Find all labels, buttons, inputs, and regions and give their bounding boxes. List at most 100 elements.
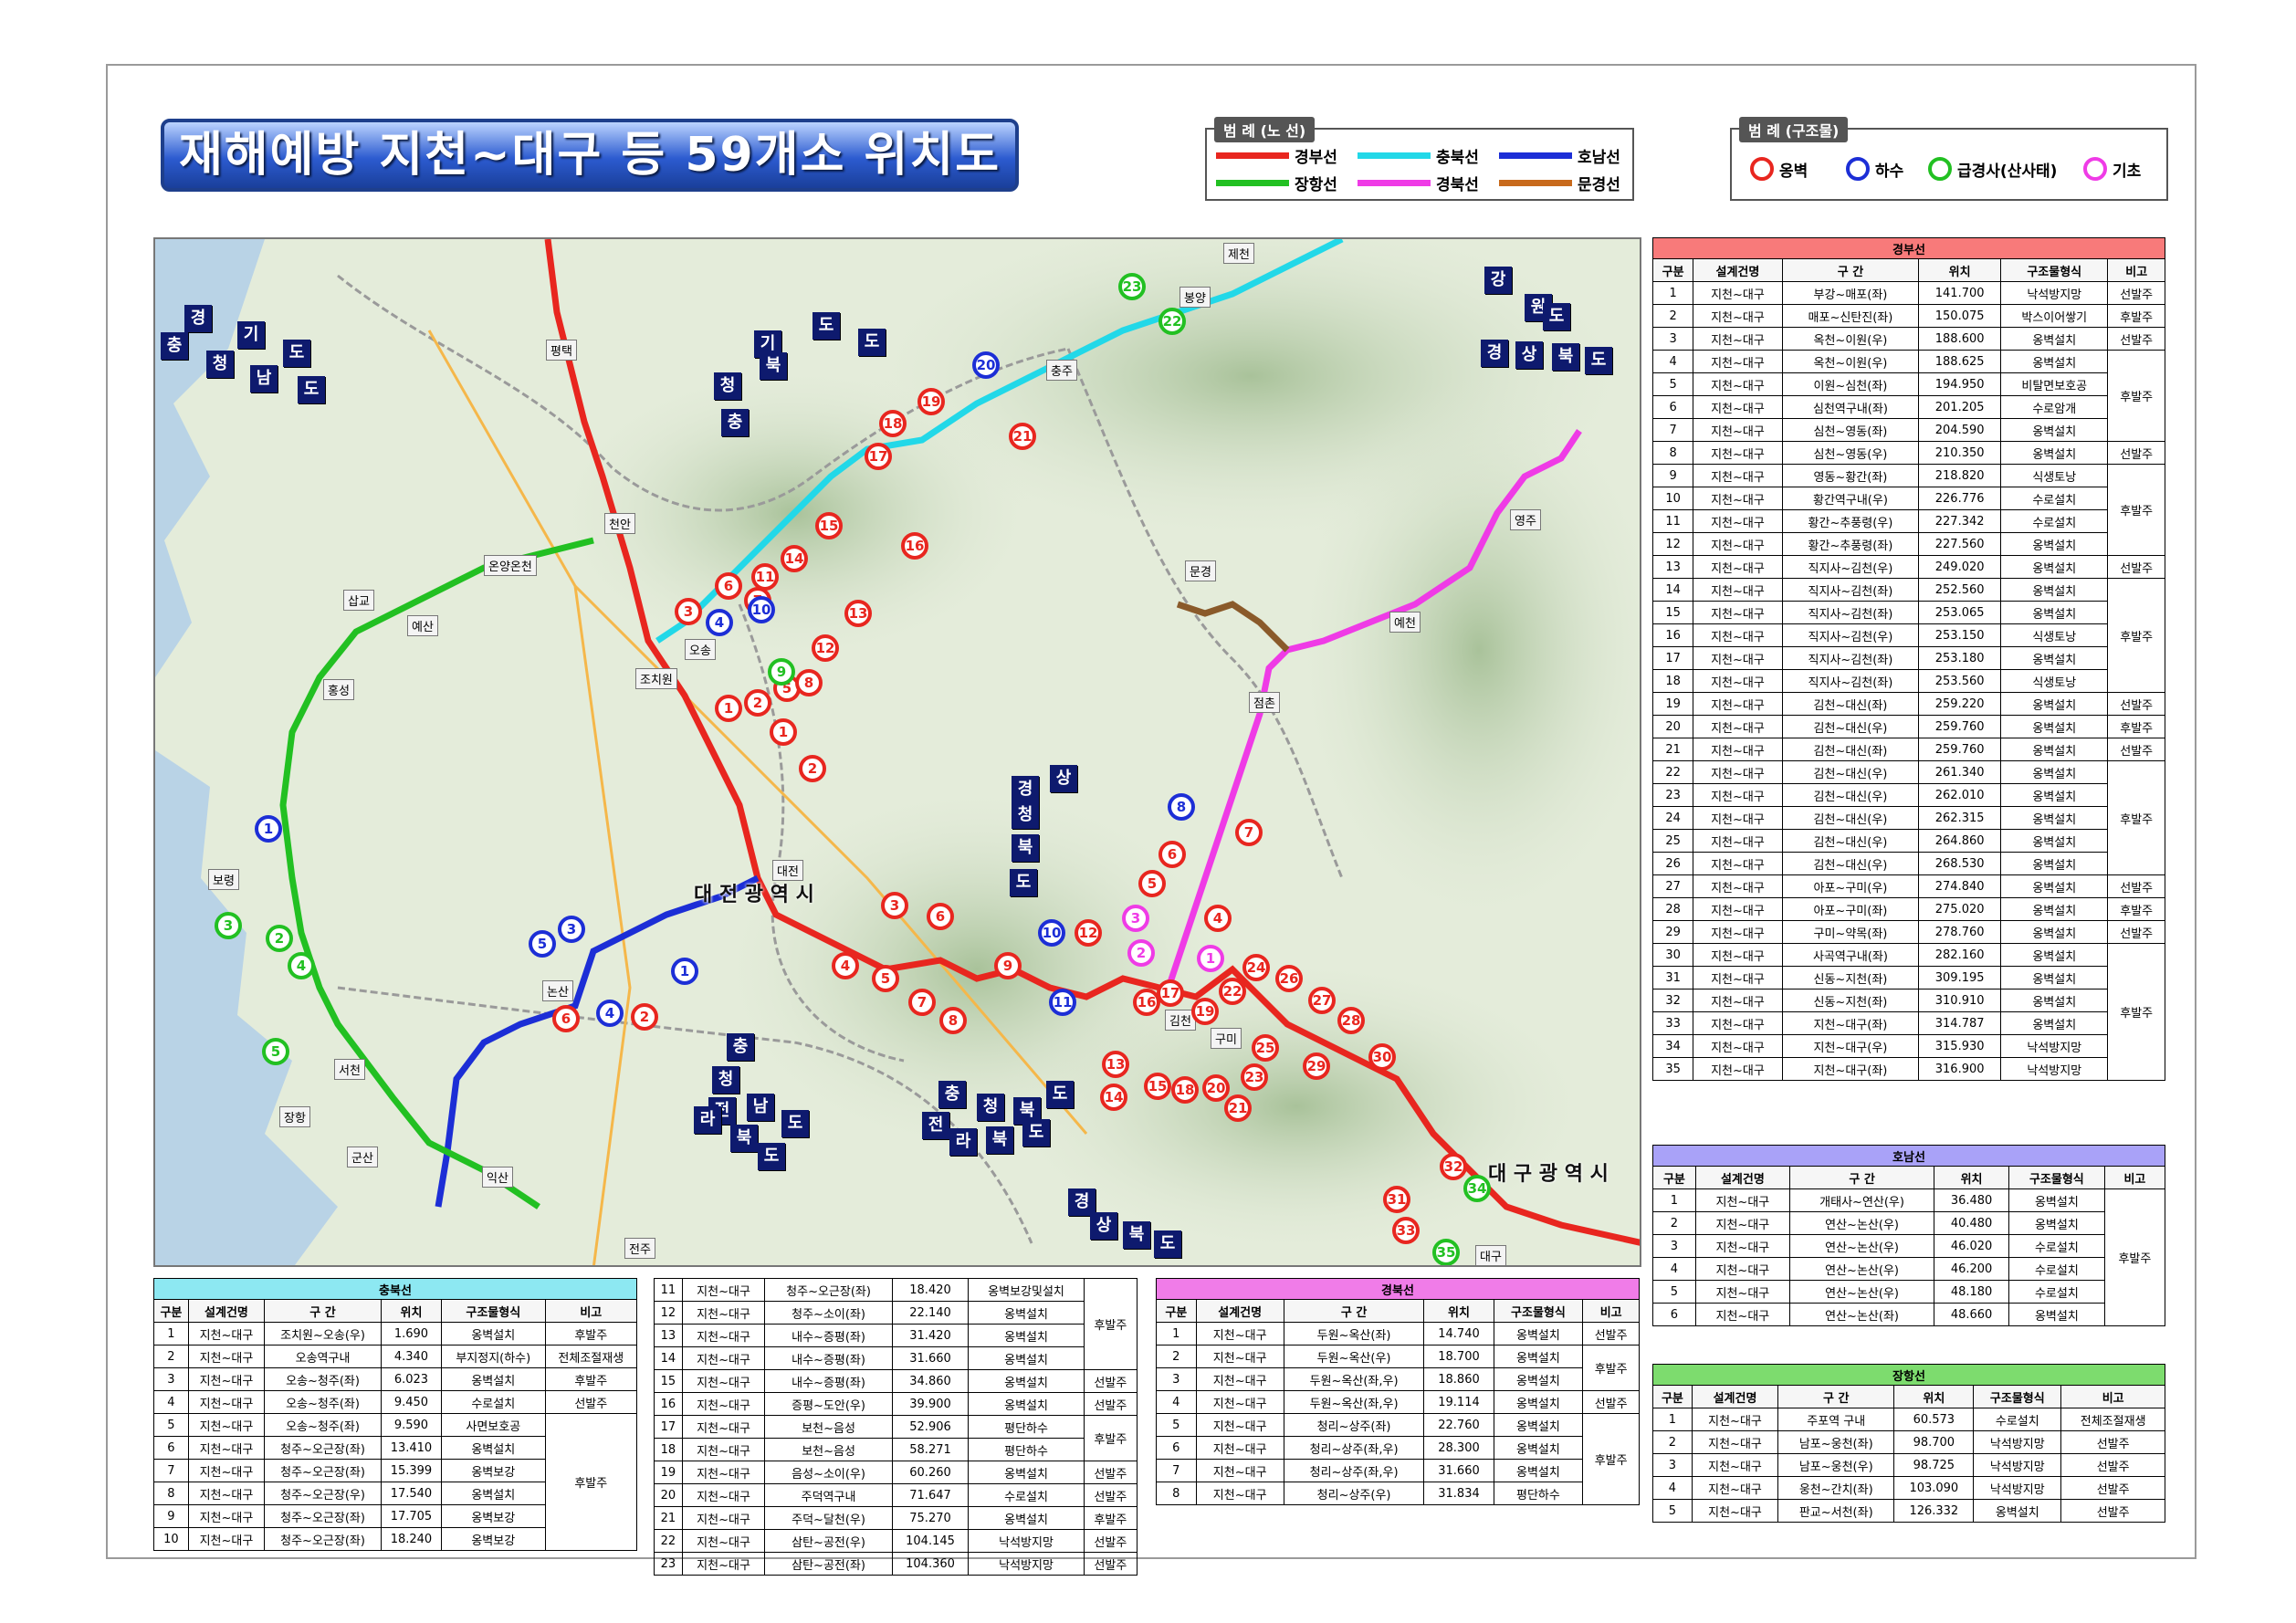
site-marker[interactable]: 15 — [815, 512, 843, 539]
site-marker[interactable]: 18 — [1171, 1076, 1199, 1104]
site-marker[interactable]: 14 — [781, 545, 808, 572]
project-name: 지천~대구 — [1195, 1482, 1284, 1505]
location: 278.760 — [1918, 920, 2002, 944]
row-no: 26 — [1651, 852, 1694, 875]
site-marker[interactable]: 3 — [1122, 905, 1149, 932]
site-marker[interactable]: 19 — [1191, 998, 1219, 1025]
row-no: 13 — [654, 1324, 683, 1347]
site-marker[interactable]: 4 — [1204, 905, 1232, 932]
site-marker[interactable]: 2 — [744, 689, 771, 717]
site-marker[interactable]: 2 — [266, 925, 293, 952]
table-honam: 호남선 구분 설계건명 구 간 위치 구조물형식 비고 1 지천~대구 개태사~연산… — [1652, 1145, 2166, 1326]
site-marker[interactable]: 24 — [1242, 954, 1270, 981]
section: 주포역 구내 — [1777, 1408, 1895, 1431]
site-marker[interactable]: 8 — [939, 1007, 967, 1034]
structure-type: 옹벽설치 — [968, 1301, 1085, 1325]
site-marker[interactable]: 2 — [631, 1003, 658, 1031]
site-marker[interactable]: 14 — [1100, 1084, 1127, 1111]
site-marker[interactable]: 34 — [1463, 1175, 1491, 1202]
site-marker[interactable]: 3 — [558, 916, 585, 943]
site-marker[interactable]: 3 — [215, 912, 242, 939]
location-map[interactable]: 경 기 도 충 청 남 도 기 도 청 북 도 충 강 원 도 경 상 북 도 … — [153, 237, 1641, 1267]
row-no: 4 — [153, 1390, 189, 1414]
site-marker[interactable]: 19 — [917, 388, 945, 415]
table-row: 17 지천~대구 보천~음성 52.906 평단하수 후발주 — [654, 1415, 1138, 1461]
site-marker[interactable]: 1 — [255, 815, 282, 843]
site-marker[interactable]: 17 — [1157, 979, 1184, 1007]
row-no: 16 — [654, 1392, 683, 1416]
row-no: 35 — [1651, 1057, 1694, 1081]
site-marker[interactable]: 22 — [1158, 308, 1186, 335]
site-marker[interactable]: 5 — [262, 1038, 289, 1065]
site-marker[interactable]: 32 — [1440, 1153, 1467, 1180]
site-marker[interactable]: 4 — [706, 609, 733, 636]
remark: 전체조절재생 — [544, 1345, 638, 1368]
site-marker[interactable]: 3 — [675, 598, 702, 625]
table-row: 9 지천~대구 영동~황간(좌) 218.820 식생토낭 후발주 — [1651, 464, 2165, 556]
site-marker[interactable]: 25 — [1252, 1034, 1279, 1062]
site-marker[interactable]: 5 — [529, 930, 556, 958]
site-marker[interactable]: 16 — [901, 532, 928, 560]
structure-type: 평단하수 — [968, 1415, 1085, 1439]
site-marker[interactable]: 10 — [748, 596, 775, 623]
site-marker[interactable]: 15 — [1144, 1073, 1171, 1100]
city-label: 예천 — [1389, 612, 1421, 633]
site-marker[interactable]: 20 — [1202, 1074, 1230, 1102]
site-marker[interactable]: 23 — [1118, 273, 1146, 300]
site-marker[interactable]: 18 — [879, 410, 907, 437]
site-marker[interactable]: 6 — [715, 572, 742, 600]
site-marker[interactable]: 4 — [596, 1000, 624, 1027]
site-marker[interactable]: 2 — [1127, 939, 1155, 967]
site-marker[interactable]: 1 — [1197, 945, 1224, 972]
site-marker[interactable]: 28 — [1337, 1007, 1365, 1034]
site-marker[interactable]: 6 — [927, 903, 954, 930]
site-marker[interactable]: 1 — [715, 695, 742, 722]
section: 청주~오근장(좌) — [764, 1278, 893, 1302]
city-label: 영주 — [1510, 509, 1541, 530]
site-marker[interactable]: 31 — [1383, 1186, 1410, 1213]
site-marker[interactable]: 10 — [1038, 919, 1065, 947]
site-marker[interactable]: 1 — [671, 958, 698, 985]
site-marker[interactable]: 12 — [812, 634, 839, 662]
site-marker[interactable]: 21 — [1009, 423, 1036, 450]
site-marker[interactable]: 6 — [1158, 841, 1186, 868]
site-marker[interactable]: 17 — [865, 443, 892, 470]
section: 주덕~달천(우) — [764, 1506, 893, 1530]
location: 18.240 — [380, 1527, 442, 1551]
site-marker[interactable]: 5 — [872, 965, 899, 992]
site-marker[interactable]: 8 — [1168, 793, 1195, 821]
site-marker[interactable]: 1 — [770, 718, 797, 746]
site-marker[interactable]: 2 — [799, 755, 826, 782]
site-marker[interactable]: 29 — [1303, 1052, 1330, 1080]
site-marker[interactable]: 5 — [1138, 870, 1166, 897]
site-marker[interactable]: 6 — [552, 1005, 580, 1032]
project-name: 지천~대구 — [1693, 441, 1783, 465]
site-marker[interactable]: 4 — [832, 952, 859, 979]
site-marker[interactable]: 7 — [908, 989, 936, 1016]
table-row: 8 지천~대구 청리~상주(우) 31.834 평단하수 — [1156, 1482, 1640, 1505]
site-marker[interactable]: 30 — [1368, 1043, 1396, 1071]
site-marker[interactable]: 9 — [768, 658, 795, 686]
site-marker[interactable]: 26 — [1275, 965, 1303, 992]
site-marker[interactable]: 35 — [1432, 1239, 1460, 1265]
site-marker[interactable]: 9 — [994, 952, 1022, 979]
row-no: 20 — [1651, 715, 1694, 738]
site-marker[interactable]: 13 — [1102, 1051, 1129, 1078]
table-row: 7 지천~대구 심천~영동(좌) 204.590 옹벽설치 — [1651, 418, 2165, 442]
site-marker[interactable]: 11 — [751, 563, 779, 591]
site-marker[interactable]: 4 — [288, 952, 315, 979]
site-marker[interactable]: 12 — [1075, 919, 1102, 947]
site-marker[interactable]: 7 — [1235, 819, 1263, 846]
site-marker[interactable]: 13 — [844, 600, 872, 627]
site-marker[interactable]: 27 — [1308, 987, 1336, 1014]
remark: 전체조절재생 — [2060, 1408, 2165, 1431]
site-marker[interactable]: 3 — [881, 892, 908, 919]
site-marker[interactable]: 23 — [1241, 1063, 1268, 1091]
remark: 선발주 — [2107, 555, 2165, 579]
site-marker[interactable]: 20 — [972, 351, 1000, 379]
site-marker[interactable]: 21 — [1224, 1094, 1252, 1122]
site-marker[interactable]: 11 — [1049, 989, 1076, 1016]
site-marker[interactable]: 8 — [795, 669, 823, 696]
site-marker[interactable]: 33 — [1392, 1217, 1420, 1244]
site-marker[interactable]: 22 — [1219, 978, 1246, 1005]
